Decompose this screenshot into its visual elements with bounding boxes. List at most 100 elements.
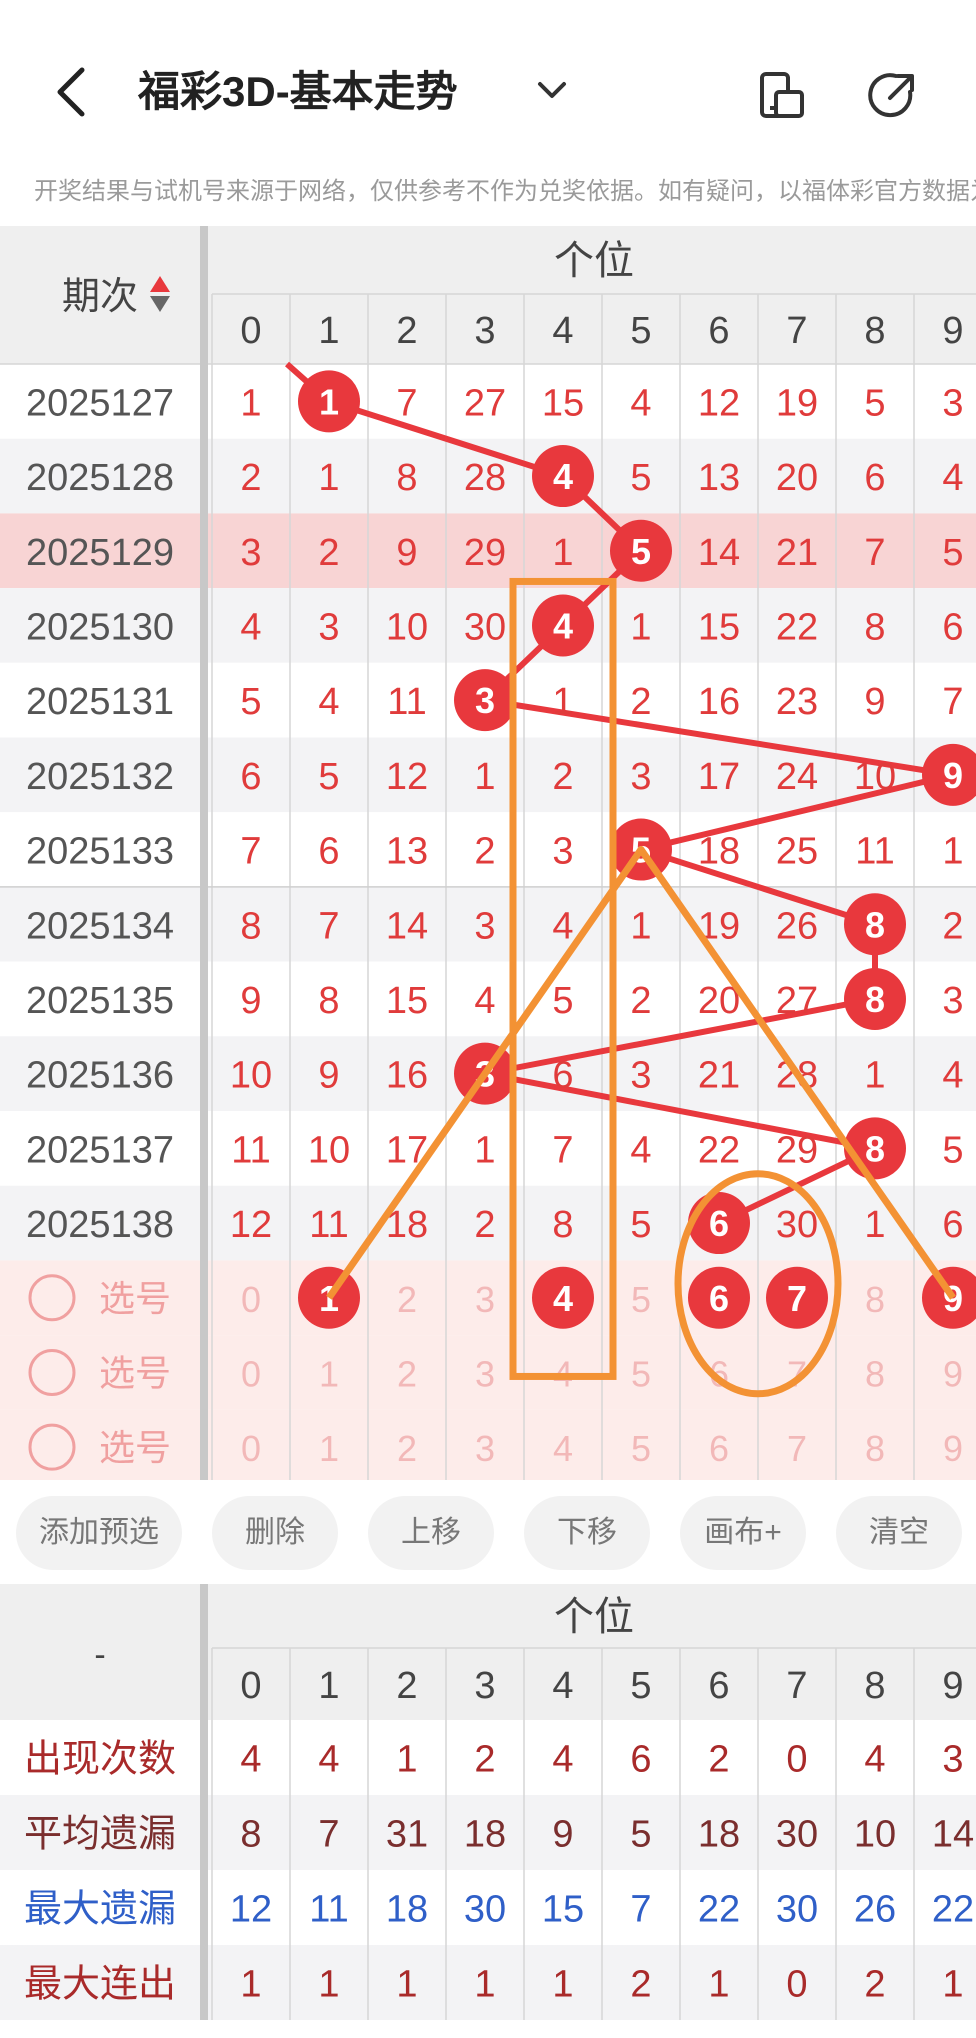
missing-value: 2	[552, 756, 573, 798]
layout-switch-icon[interactable]	[756, 70, 808, 122]
hit-ball-label: 4	[553, 456, 573, 497]
missing-value: 11	[309, 1204, 348, 1246]
stats-value: 2	[474, 1739, 495, 1781]
missing-value: 12	[386, 756, 428, 798]
missing-value: 3	[474, 905, 495, 947]
missing-value: 6	[318, 831, 339, 873]
pick-number[interactable]: 5	[631, 1279, 651, 1320]
missing-value: 13	[386, 831, 428, 873]
stats-digit-header: 5	[630, 1665, 651, 1707]
missing-value: 5	[552, 980, 573, 1022]
pick-number[interactable]: 9	[943, 1428, 963, 1469]
pick-number[interactable]: 3	[475, 1428, 495, 1469]
missing-value: 30	[464, 606, 506, 648]
stats-value: 2	[630, 1964, 651, 2006]
missing-value: 5	[630, 1204, 651, 1246]
stats-value: 9	[552, 1814, 573, 1856]
pick-number[interactable]: 3	[475, 1279, 495, 1320]
pick-number[interactable]: 2	[397, 1353, 417, 1394]
trend-chart: 个位期次0 1 2 3 4 5 6 7 8 92025127 1 1 7 27 15 4 12 19 5 320251…	[0, 226, 976, 1480]
stats-value: 18	[698, 1814, 740, 1856]
stats-corner: -	[94, 1636, 105, 1674]
missing-value: 1	[942, 831, 963, 873]
pick-number[interactable]: 0	[241, 1428, 261, 1469]
missing-value: 27	[776, 980, 818, 1022]
stats-digit-header: 8	[864, 1665, 885, 1707]
missing-value: 30	[776, 1204, 818, 1246]
stats-group-label: 个位	[554, 1595, 634, 1639]
stats-value: 11	[309, 1889, 348, 1931]
pick-number[interactable]: 4	[553, 1428, 573, 1469]
pick-number[interactable]: 7	[787, 1428, 807, 1469]
issue-number: 2025137	[26, 1129, 174, 1171]
pick-number[interactable]: 9	[943, 1353, 963, 1394]
missing-value: 6	[942, 606, 963, 648]
missing-value: 14	[698, 532, 740, 574]
missing-value: 26	[776, 905, 818, 947]
missing-value: 15	[386, 980, 428, 1022]
stats-value: 4	[552, 1739, 573, 1781]
action-button[interactable]: 上移	[368, 1496, 494, 1570]
action-button[interactable]: 下移	[524, 1496, 650, 1570]
missing-value: 2	[630, 980, 651, 1022]
digit-header: 3	[474, 310, 495, 352]
action-button[interactable]: 添加预选	[16, 1496, 182, 1570]
missing-value: 1	[474, 1129, 495, 1171]
missing-value: 2	[630, 681, 651, 723]
action-button[interactable]: 清空	[836, 1496, 962, 1570]
pick-number[interactable]: 8	[865, 1279, 885, 1320]
pick-number[interactable]: 1	[319, 1428, 339, 1469]
missing-value: 2	[942, 905, 963, 947]
missing-value: 10	[308, 1129, 350, 1171]
stats-value: 1	[396, 1964, 417, 2006]
chevron-down-icon[interactable]	[534, 76, 570, 106]
pick-number[interactable]: 8	[865, 1353, 885, 1394]
pick-label: 选号	[99, 1278, 171, 1319]
hit-ball-label: 8	[865, 904, 885, 945]
stats-value: 10	[854, 1814, 896, 1856]
action-button[interactable]: 画布+	[680, 1496, 806, 1570]
hit-ball-label: 5	[631, 531, 651, 572]
app-header: 福彩3D-基本走势	[0, 0, 976, 168]
missing-value: 9	[318, 1055, 339, 1097]
pick-number[interactable]: 5	[631, 1428, 651, 1469]
pick-number[interactable]: 5	[631, 1353, 651, 1394]
stats-value: 4	[864, 1739, 885, 1781]
stats-value: 6	[630, 1739, 651, 1781]
page-title[interactable]: 福彩3D-基本走势	[138, 62, 458, 122]
pick-number[interactable]: 2	[397, 1279, 417, 1320]
missing-value: 5	[864, 382, 885, 424]
pick-number[interactable]: 1	[319, 1353, 339, 1394]
missing-value: 5	[942, 532, 963, 574]
share-icon[interactable]	[866, 70, 918, 122]
action-button[interactable]: 删除	[212, 1496, 338, 1570]
hit-ball-label: 9	[943, 755, 963, 796]
pick-number[interactable]: 8	[865, 1428, 885, 1469]
stats-value: 14	[932, 1814, 974, 1856]
missing-value: 1	[552, 532, 573, 574]
missing-value: 11	[387, 681, 426, 723]
missing-value: 12	[230, 1204, 272, 1246]
pick-number[interactable]: 0	[241, 1279, 261, 1320]
missing-value: 8	[396, 457, 417, 499]
pick-number[interactable]: 6	[709, 1428, 729, 1469]
stats-row-label: 出现次数	[24, 1739, 176, 1781]
missing-value: 4	[240, 606, 261, 648]
missing-value: 29	[464, 532, 506, 574]
missing-value: 3	[630, 1055, 651, 1097]
missing-value: 1	[318, 457, 339, 499]
missing-value: 4	[630, 382, 651, 424]
stats-value: 1	[552, 1964, 573, 2006]
period-label: 期次	[62, 276, 138, 318]
missing-value: 7	[552, 1129, 573, 1171]
missing-value: 11	[231, 1129, 270, 1171]
stats-digit-header: 0	[240, 1665, 261, 1707]
back-arrow-icon[interactable]	[48, 62, 96, 122]
missing-value: 5	[318, 756, 339, 798]
missing-value: 22	[698, 1129, 740, 1171]
stats-value: 26	[854, 1889, 896, 1931]
missing-value: 7	[318, 905, 339, 947]
pick-number[interactable]: 3	[475, 1353, 495, 1394]
pick-number[interactable]: 2	[397, 1428, 417, 1469]
pick-number[interactable]: 0	[241, 1353, 261, 1394]
